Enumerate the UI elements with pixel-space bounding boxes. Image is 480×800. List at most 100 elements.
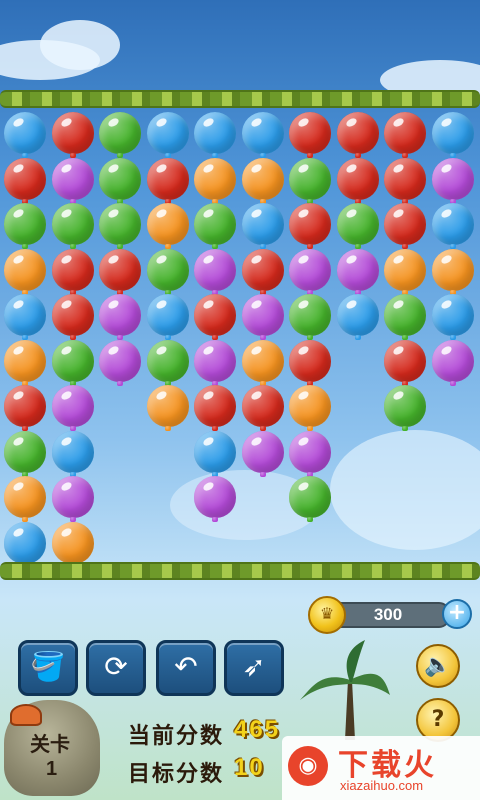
- red-balloon[interactable]: [384, 112, 426, 158]
- watermark-site: xiazaihuo.com: [340, 778, 424, 793]
- purple-balloon[interactable]: [99, 294, 141, 340]
- red-balloon[interactable]: [289, 112, 331, 158]
- purple-balloon[interactable]: [51, 157, 94, 204]
- green-balloon[interactable]: [289, 476, 331, 522]
- blue-balloon[interactable]: [4, 521, 46, 568]
- refresh-button[interactable]: ⟳: [86, 640, 146, 696]
- purple-balloon[interactable]: [241, 430, 284, 477]
- green-balloon[interactable]: [99, 157, 141, 204]
- red-balloon[interactable]: [241, 248, 284, 295]
- blue-balloon[interactable]: [241, 112, 284, 158]
- red-balloon[interactable]: [336, 112, 379, 158]
- balloon-board[interactable]: [0, 108, 480, 568]
- purple-balloon[interactable]: [431, 339, 474, 386]
- red-balloon[interactable]: [99, 248, 141, 295]
- coin-amount: 300: [373, 605, 403, 624]
- red-balloon[interactable]: [146, 157, 189, 204]
- red-balloon[interactable]: [51, 294, 94, 340]
- blue-balloon[interactable]: [4, 112, 46, 158]
- red-balloon[interactable]: [51, 112, 94, 158]
- blue-balloon[interactable]: [336, 294, 379, 340]
- red-balloon[interactable]: [336, 157, 379, 204]
- orange-balloon[interactable]: [146, 203, 189, 249]
- green-balloon[interactable]: [99, 112, 141, 158]
- green-balloon[interactable]: [99, 203, 141, 249]
- red-balloon[interactable]: [289, 203, 331, 249]
- red-balloon[interactable]: [384, 203, 426, 249]
- orange-balloon[interactable]: [4, 339, 46, 386]
- add-coins-button[interactable]: +: [442, 599, 472, 629]
- orange-balloon[interactable]: [384, 248, 426, 295]
- orange-balloon[interactable]: [194, 157, 236, 204]
- orange-balloon[interactable]: [289, 385, 331, 431]
- purple-balloon[interactable]: [51, 476, 94, 522]
- bottom-vine-border: [0, 562, 480, 580]
- red-balloon[interactable]: [4, 385, 46, 431]
- refresh-icon: ⟳: [104, 650, 128, 683]
- green-balloon[interactable]: [146, 339, 189, 386]
- blue-balloon[interactable]: [194, 112, 236, 158]
- red-balloon[interactable]: [194, 385, 236, 431]
- red-balloon[interactable]: [4, 157, 46, 204]
- orange-balloon[interactable]: [241, 157, 284, 204]
- dart-button[interactable]: ➶: [224, 640, 284, 696]
- blue-balloon[interactable]: [146, 112, 189, 158]
- green-balloon[interactable]: [336, 203, 379, 249]
- green-balloon[interactable]: [289, 157, 331, 204]
- orange-balloon[interactable]: [241, 339, 284, 386]
- green-balloon[interactable]: [384, 294, 426, 340]
- blue-balloon[interactable]: [431, 112, 474, 158]
- red-balloon[interactable]: [384, 339, 426, 386]
- purple-balloon[interactable]: [336, 248, 379, 295]
- blue-balloon[interactable]: [146, 294, 189, 340]
- green-balloon[interactable]: [146, 248, 189, 295]
- coin-counter: ♛ 300 +: [308, 596, 472, 634]
- game-screen: ♛ 300 + 🪣 ⟳ ↶ ➶ 🔈 ? 关卡 1 当前分数 465 目标分数 1…: [0, 0, 480, 800]
- target-score-label: 目标分数: [128, 762, 225, 787]
- purple-balloon[interactable]: [51, 385, 94, 431]
- top-vine-border: [0, 90, 480, 108]
- green-balloon[interactable]: [289, 294, 331, 340]
- orange-balloon[interactable]: [146, 385, 189, 431]
- purple-balloon[interactable]: [194, 476, 236, 522]
- orange-balloon[interactable]: [51, 521, 94, 568]
- blue-balloon[interactable]: [51, 430, 94, 477]
- green-balloon[interactable]: [4, 203, 46, 249]
- red-balloon[interactable]: [384, 157, 426, 204]
- green-balloon[interactable]: [51, 339, 94, 386]
- blue-balloon[interactable]: [241, 203, 284, 249]
- speaker-icon: 🔈: [424, 653, 452, 678]
- blue-balloon[interactable]: [4, 294, 46, 340]
- level-value: 1: [46, 758, 58, 780]
- orange-balloon[interactable]: [4, 476, 46, 522]
- blue-balloon[interactable]: [431, 203, 474, 249]
- cloud: [40, 20, 120, 70]
- purple-balloon[interactable]: [289, 430, 331, 477]
- purple-balloon[interactable]: [194, 248, 236, 295]
- score-value: 465: [234, 716, 281, 743]
- paint-bucket-button[interactable]: 🪣: [18, 640, 78, 696]
- red-balloon[interactable]: [241, 385, 284, 431]
- orange-balloon[interactable]: [4, 248, 46, 295]
- mushroom-icon: [10, 704, 42, 726]
- purple-balloon[interactable]: [289, 248, 331, 295]
- red-balloon[interactable]: [194, 294, 236, 340]
- sound-button[interactable]: 🔈: [416, 644, 460, 688]
- purple-balloon[interactable]: [431, 157, 474, 204]
- flame-logo-icon: ◉: [288, 746, 328, 786]
- green-balloon[interactable]: [384, 385, 426, 431]
- green-balloon[interactable]: [194, 203, 236, 249]
- purple-balloon[interactable]: [241, 294, 284, 340]
- undo-button[interactable]: ↶: [156, 640, 216, 696]
- question-icon: ?: [431, 707, 445, 732]
- green-balloon[interactable]: [51, 203, 94, 249]
- orange-balloon[interactable]: [431, 248, 474, 295]
- blue-balloon[interactable]: [194, 430, 236, 477]
- purple-balloon[interactable]: [99, 339, 141, 386]
- undo-icon: ↶: [174, 650, 198, 683]
- green-balloon[interactable]: [4, 430, 46, 477]
- blue-balloon[interactable]: [431, 294, 474, 340]
- purple-balloon[interactable]: [194, 339, 236, 386]
- red-balloon[interactable]: [51, 248, 94, 295]
- red-balloon[interactable]: [289, 339, 331, 386]
